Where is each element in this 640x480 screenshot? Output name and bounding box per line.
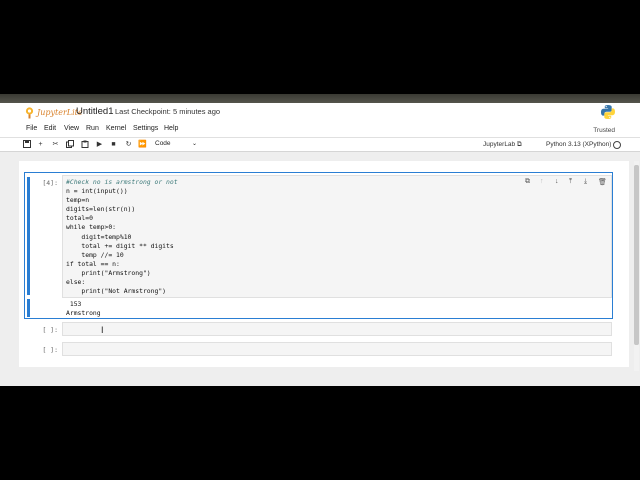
code-line: else:: [66, 278, 86, 287]
code-line: while temp>0:: [66, 223, 117, 232]
move-up-icon[interactable]: ↑: [540, 178, 544, 187]
cell-output: 153 Armstrong: [66, 300, 101, 318]
code-line: total=0: [66, 214, 93, 223]
menu-settings[interactable]: Settings: [133, 125, 158, 132]
external-link-icon: ⧉: [516, 141, 522, 148]
code-line: temp //= 10: [66, 250, 124, 259]
run-icon[interactable]: ▶: [95, 140, 104, 149]
code-editor-empty[interactable]: [62, 342, 612, 356]
code-line: #Check no is armstrong or not: [66, 178, 178, 186]
code-editor-empty[interactable]: [62, 322, 612, 336]
copy-icon[interactable]: [65, 140, 74, 149]
code-line: total += digit ** digits: [66, 241, 174, 250]
paste-icon[interactable]: [80, 140, 89, 149]
add-cell-icon[interactable]: +: [36, 140, 45, 149]
notebook-toolbar: + ✂ ▶ ■ ↻ ⏩ Code ⌄ JupyterLab ⧉ Python 3…: [0, 138, 640, 152]
menu-edit[interactable]: Edit: [44, 125, 56, 132]
input-prompt: [ ]:: [42, 326, 58, 334]
open-in-jupyterlab-link[interactable]: JupyterLab ⧉: [483, 141, 522, 149]
menu-file[interactable]: File: [26, 125, 37, 132]
code-content[interactable]: #Check no is armstrong or not n = int(in…: [66, 178, 178, 296]
jupyter-logo-icon: [25, 107, 34, 119]
output-line: 153: [69, 300, 82, 308]
window-top-edge: [0, 94, 640, 103]
insert-above-icon[interactable]: ⤒: [569, 178, 572, 187]
scrollbar-thumb[interactable]: [634, 165, 639, 345]
menu-kernel[interactable]: Kernel: [106, 125, 126, 132]
code-line: print("Not Armstrong"): [66, 287, 167, 296]
interrupt-icon[interactable]: ■: [109, 140, 118, 149]
video-frame: JupyterLite Untitled1 Last Checkpoint: 5…: [0, 0, 640, 480]
checkpoint-status: Last Checkpoint: 5 minutes ago: [115, 107, 221, 116]
cut-icon[interactable]: ✂: [51, 140, 60, 149]
chevron-down-icon: ⌄: [191, 141, 197, 147]
code-line: temp=n: [66, 196, 90, 205]
save-icon[interactable]: [22, 140, 31, 149]
code-line: digits=len(str(n)): [66, 205, 136, 214]
kernel-name[interactable]: Python 3.13 (XPython): [546, 141, 611, 148]
menu-view[interactable]: View: [64, 125, 79, 132]
restart-run-all-icon[interactable]: ⏩: [138, 140, 147, 149]
input-prompt: [ ]:: [42, 346, 58, 354]
kernel-status-icon: [613, 141, 621, 149]
duplicate-cell-icon[interactable]: ⧉: [525, 178, 530, 187]
delete-cell-icon[interactable]: 🗑: [598, 178, 607, 187]
move-down-icon[interactable]: ↓: [555, 178, 559, 187]
title-bar: JupyterLite Untitled1 Last Checkpoint: 5…: [0, 103, 640, 122]
cell-type-value: Code: [155, 140, 171, 147]
menu-help[interactable]: Help: [164, 125, 178, 132]
output-collapser[interactable]: [27, 299, 30, 317]
input-prompt: [4]:: [42, 179, 58, 187]
code-line: n = int(input()): [66, 187, 128, 196]
notebook-scrollbar[interactable]: [634, 161, 639, 371]
code-line: if total == n:: [66, 259, 120, 268]
output-line: Armstrong: [66, 309, 101, 317]
code-line: print("Armstrong"): [66, 268, 151, 277]
insert-below-icon[interactable]: ⤓: [584, 178, 587, 187]
jupyterlite-logo[interactable]: JupyterLite: [24, 105, 83, 120]
trusted-indicator[interactable]: Trusted: [593, 127, 615, 134]
code-line: digit=temp%10: [66, 232, 132, 241]
menu-run[interactable]: Run: [86, 125, 99, 132]
text-cursor-icon: I: [101, 325, 104, 335]
menu-bar: File Edit View Run Kernel Settings Help …: [0, 122, 640, 138]
notebook-name[interactable]: Untitled1: [76, 106, 114, 117]
cell-type-select[interactable]: Code ⌄: [155, 140, 197, 150]
restart-icon[interactable]: ↻: [124, 140, 133, 149]
input-collapser[interactable]: [27, 177, 30, 295]
python-logo-icon: [601, 105, 615, 119]
jupyterlab-link-label: JupyterLab: [483, 141, 516, 148]
